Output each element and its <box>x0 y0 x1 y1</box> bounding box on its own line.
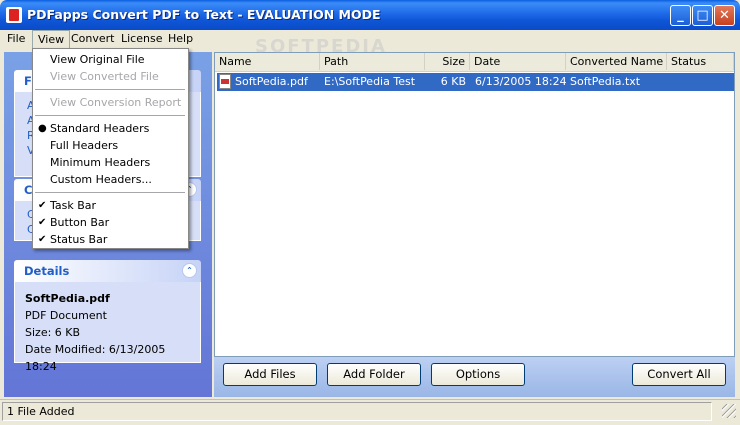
cell-date: 6/13/2005 18:24 <box>475 75 567 88</box>
menu-separator <box>35 192 185 193</box>
menu-item-button-bar[interactable]: ✔ Button Bar <box>33 214 188 231</box>
menu-help[interactable]: Help <box>163 30 198 48</box>
app-icon[interactable] <box>6 7 22 23</box>
details-filename: SoftPedia.pdf <box>25 292 110 305</box>
cell-converted-name: SoftPedia.txt <box>570 75 641 88</box>
menu-separator <box>35 115 185 116</box>
details-size: Size: 6 KB <box>25 326 81 339</box>
status-text: 1 File Added <box>2 402 712 421</box>
menu-item-view-conversion-report: View Conversion Report <box>50 96 182 109</box>
column-header-status[interactable]: Status <box>667 53 734 70</box>
menu-license[interactable]: License <box>116 30 167 48</box>
cell-size: 6 KB <box>440 75 466 88</box>
check-icon: ✔ <box>38 200 47 211</box>
view-menu-dropdown: View Original File View Converted File V… <box>32 48 189 249</box>
task-group-files-title: F <box>24 74 32 88</box>
details-modified: Date Modified: 6/13/2005 18:24 <box>25 343 166 373</box>
file-list[interactable]: Name Path Size Date Converted Name Statu… <box>214 52 735 357</box>
menu-item-custom-headers[interactable]: Custom Headers... <box>33 171 188 188</box>
menu-item-minimum-headers[interactable]: Minimum Headers <box>33 154 188 171</box>
menu-item-standard-headers[interactable]: ● Standard Headers <box>33 120 188 137</box>
resize-grip-icon[interactable] <box>722 404 736 418</box>
button-bar: Add Files Add Folder Options Convert All <box>214 357 735 397</box>
cell-name: SoftPedia.pdf <box>235 75 308 88</box>
add-files-button[interactable]: Add Files <box>223 363 317 386</box>
menu-item-label: Task Bar <box>50 199 97 212</box>
maximize-button[interactable]: □ <box>692 5 713 26</box>
menu-item-label: Button Bar <box>50 216 110 229</box>
menu-item-task-bar[interactable]: ✔ Task Bar <box>33 197 188 214</box>
menu-separator <box>35 89 185 90</box>
details-type: PDF Document <box>25 309 107 322</box>
convert-all-button[interactable]: Convert All <box>632 363 726 386</box>
menu-item-label: Standard Headers <box>50 122 150 135</box>
menu-item-view-converted-file: View Converted File <box>50 70 159 83</box>
table-row[interactable]: SoftPedia.pdf E:\SoftPedia Test 6 KB 6/1… <box>217 73 734 91</box>
close-button[interactable]: ✕ <box>714 5 735 26</box>
column-header-date[interactable]: Date <box>470 53 566 70</box>
cell-path: E:\SoftPedia Test <box>324 75 416 88</box>
menu-view[interactable]: View <box>32 30 71 48</box>
minimize-button[interactable]: _ <box>670 5 691 26</box>
watermark: SOFTPEDIA <box>255 36 387 57</box>
pdf-file-icon <box>219 74 231 89</box>
status-bar: 1 File Added <box>0 399 740 425</box>
menu-item-view-original-file[interactable]: View Original File <box>33 51 188 68</box>
window-title: PDFapps Convert PDF to Text - EVALUATION… <box>27 7 381 22</box>
details-group: Details ⌃ SoftPedia.pdf PDF Document Siz… <box>14 260 201 373</box>
radio-bullet-icon: ● <box>38 123 47 134</box>
menu-file[interactable]: File <box>2 30 30 48</box>
details-title: Details <box>24 264 70 278</box>
menu-item-label: Status Bar <box>50 233 108 246</box>
check-icon: ✔ <box>38 217 47 228</box>
column-header-size[interactable]: Size <box>425 53 470 70</box>
options-button[interactable]: Options <box>431 363 525 386</box>
add-folder-button[interactable]: Add Folder <box>327 363 421 386</box>
title-bar[interactable]: PDFapps Convert PDF to Text - EVALUATION… <box>0 0 740 30</box>
collapse-chevron-icon[interactable]: ⌃ <box>182 263 197 278</box>
menu-item-full-headers[interactable]: Full Headers <box>33 137 188 154</box>
check-icon: ✔ <box>38 234 47 245</box>
column-header-converted-name[interactable]: Converted Name <box>566 53 667 70</box>
menu-item-status-bar[interactable]: ✔ Status Bar <box>33 231 188 248</box>
details-header[interactable]: Details ⌃ <box>14 260 201 282</box>
menu-convert[interactable]: Convert <box>66 30 120 48</box>
